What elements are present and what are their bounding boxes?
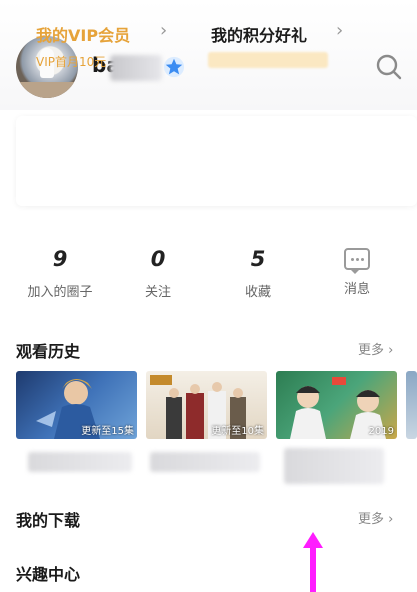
vip-promo-text[interactable]: VIP首月10元 [36,53,106,70]
chevron-right-icon: › [336,20,344,41]
episode-caption: 更新至10集 [211,426,264,437]
history-thumbnail[interactable]: 更新至10集 [146,371,267,439]
history-item-title-blurred [28,452,132,472]
search-icon[interactable] [375,53,403,81]
stat-messages[interactable]: 消息 [317,245,397,297]
my-downloads-title[interactable]: 我的下载 [16,507,80,531]
history-thumbnail-partial[interactable] [406,371,417,439]
arrow-up-icon [303,532,323,592]
interest-center-title[interactable]: 兴趣中心 [16,561,80,585]
downloads-more-link[interactable]: 更多 › [358,508,393,527]
stat-following[interactable]: 0 关注 [118,245,198,300]
vip-card [16,116,417,206]
stat-joined-circles[interactable]: 9 加入的圈子 [20,245,100,300]
stat-label: 消息 [343,282,370,297]
stat-favorites[interactable]: 5 收藏 [218,245,298,300]
stat-value: 0 [150,247,166,271]
chevron-right-icon: › [160,20,168,41]
stat-label: 加入的圈子 [27,285,93,300]
points-gifts-link[interactable]: 我的积分好礼 [211,22,307,46]
episode-caption: 2019 [368,426,394,437]
stat-value: 5 [250,247,266,271]
history-thumbnail[interactable]: 更新至15集 [16,371,137,439]
username-blurred [110,55,162,81]
watch-history-more-link[interactable]: 更多 › [358,339,393,358]
vip-membership-link[interactable]: 我的VIP会员 [36,22,130,46]
history-item-title-blurred [150,452,260,472]
watch-history-title: 观看历史 [16,342,81,361]
history-item-title-blurred [284,448,384,484]
points-subtitle-blurred [208,52,328,68]
stat-value: 9 [52,247,68,271]
stat-label: 关注 [144,285,171,300]
episode-caption: 更新至15集 [81,426,134,437]
stat-label: 收藏 [244,285,271,300]
history-thumbnail[interactable]: 2019 [276,371,397,439]
vip-star-icon [163,56,185,78]
message-icon [344,248,370,274]
